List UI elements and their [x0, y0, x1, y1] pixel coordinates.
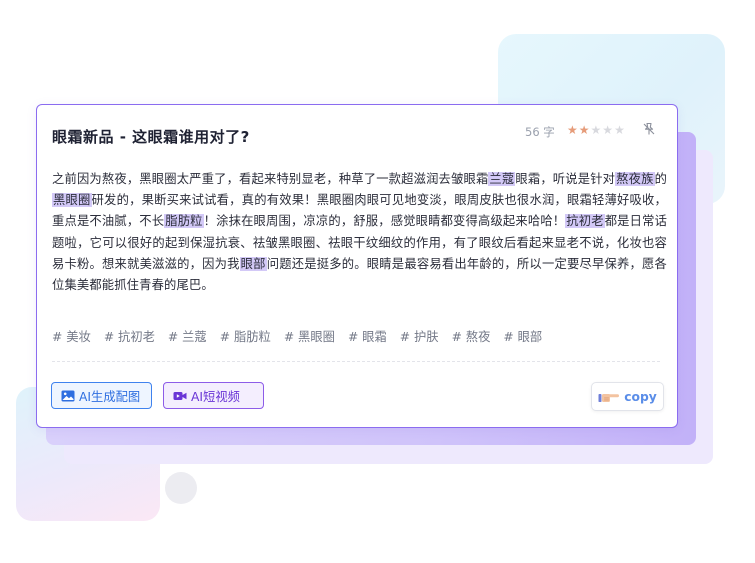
decor-circle	[165, 472, 197, 504]
char-count: 56 字	[525, 125, 555, 139]
body-text-segment: 眼霜，听说是针对	[515, 172, 616, 186]
hashtag[interactable]: # 兰蔻	[168, 327, 207, 345]
hashtag[interactable]: # 黑眼圈	[284, 327, 335, 345]
image-icon	[61, 390, 75, 401]
hashtag[interactable]: # 抗初老	[104, 327, 155, 345]
keyword-highlight: 黑眼圈	[52, 193, 92, 208]
hashtag[interactable]: # 熬夜	[452, 327, 491, 345]
card-title: 眼霜新品 - 这眼霜谁用对了?	[52, 128, 250, 146]
keyword-highlight: 兰蔻	[488, 172, 516, 186]
star-empty-icon[interactable]: ★	[602, 123, 613, 137]
star-empty-icon[interactable]: ★	[614, 123, 625, 137]
hashtag[interactable]: # 脂肪粒	[220, 327, 271, 345]
star-filled-icon[interactable]: ★	[579, 123, 590, 137]
ai-image-button[interactable]: AI生成配图	[51, 382, 152, 409]
copy-button[interactable]: copy	[591, 382, 664, 411]
ai-video-label: AI短视频	[191, 389, 240, 404]
star-empty-icon[interactable]: ★	[591, 123, 602, 137]
hashtag[interactable]: # 护肤	[400, 327, 439, 345]
content-card: 眼霜新品 - 这眼霜谁用对了? 56 字 ★ ★ ★ ★ ★ 之前因为熬夜，黑眼圈太严重…	[36, 104, 678, 428]
keyword-highlight: 抗初老	[565, 214, 605, 229]
divider	[52, 361, 660, 362]
ai-image-label: AI生成配图	[79, 389, 141, 404]
pin-off-icon[interactable]	[642, 122, 656, 136]
rating-stars[interactable]: ★ ★ ★ ★ ★	[567, 123, 625, 137]
keyword-highlight: 熬夜族	[615, 172, 655, 186]
body-text-segment: ！涂抹在眼周围，凉凉的，舒服，感觉眼睛都变得高级起来哈哈！	[203, 214, 566, 229]
video-icon	[173, 391, 187, 400]
tag-list: # 美妆 # 抗初老 # 兰蔻 # 脂肪粒 # 黑眼圈 # 眼霜 # 护肤 # 熬夜 # 眼部	[52, 327, 555, 345]
hashtag[interactable]: # 眼霜	[348, 327, 387, 345]
ai-video-button[interactable]: AI短视频	[163, 382, 264, 409]
keyword-highlight: 眼部	[239, 256, 267, 271]
copy-label: copy	[624, 389, 657, 404]
hashtag[interactable]: # 美妆	[52, 327, 91, 345]
body-text-segment: 之前因为熬夜，黑眼圈太严重了，看起来特别显老，种草了一款超滋润去皱眼霜	[52, 172, 489, 186]
content-body: 之前因为熬夜，黑眼圈太严重了，看起来特别显老，种草了一款超滋润去皱眼霜兰蔻眼霜，…	[52, 169, 667, 296]
hashtag[interactable]: # 眼部	[503, 327, 542, 345]
star-filled-icon[interactable]: ★	[567, 123, 578, 137]
keyword-highlight: 脂肪粒	[164, 214, 204, 229]
body-text-segment: 的	[654, 172, 668, 186]
hand-pointer-icon	[598, 393, 620, 402]
